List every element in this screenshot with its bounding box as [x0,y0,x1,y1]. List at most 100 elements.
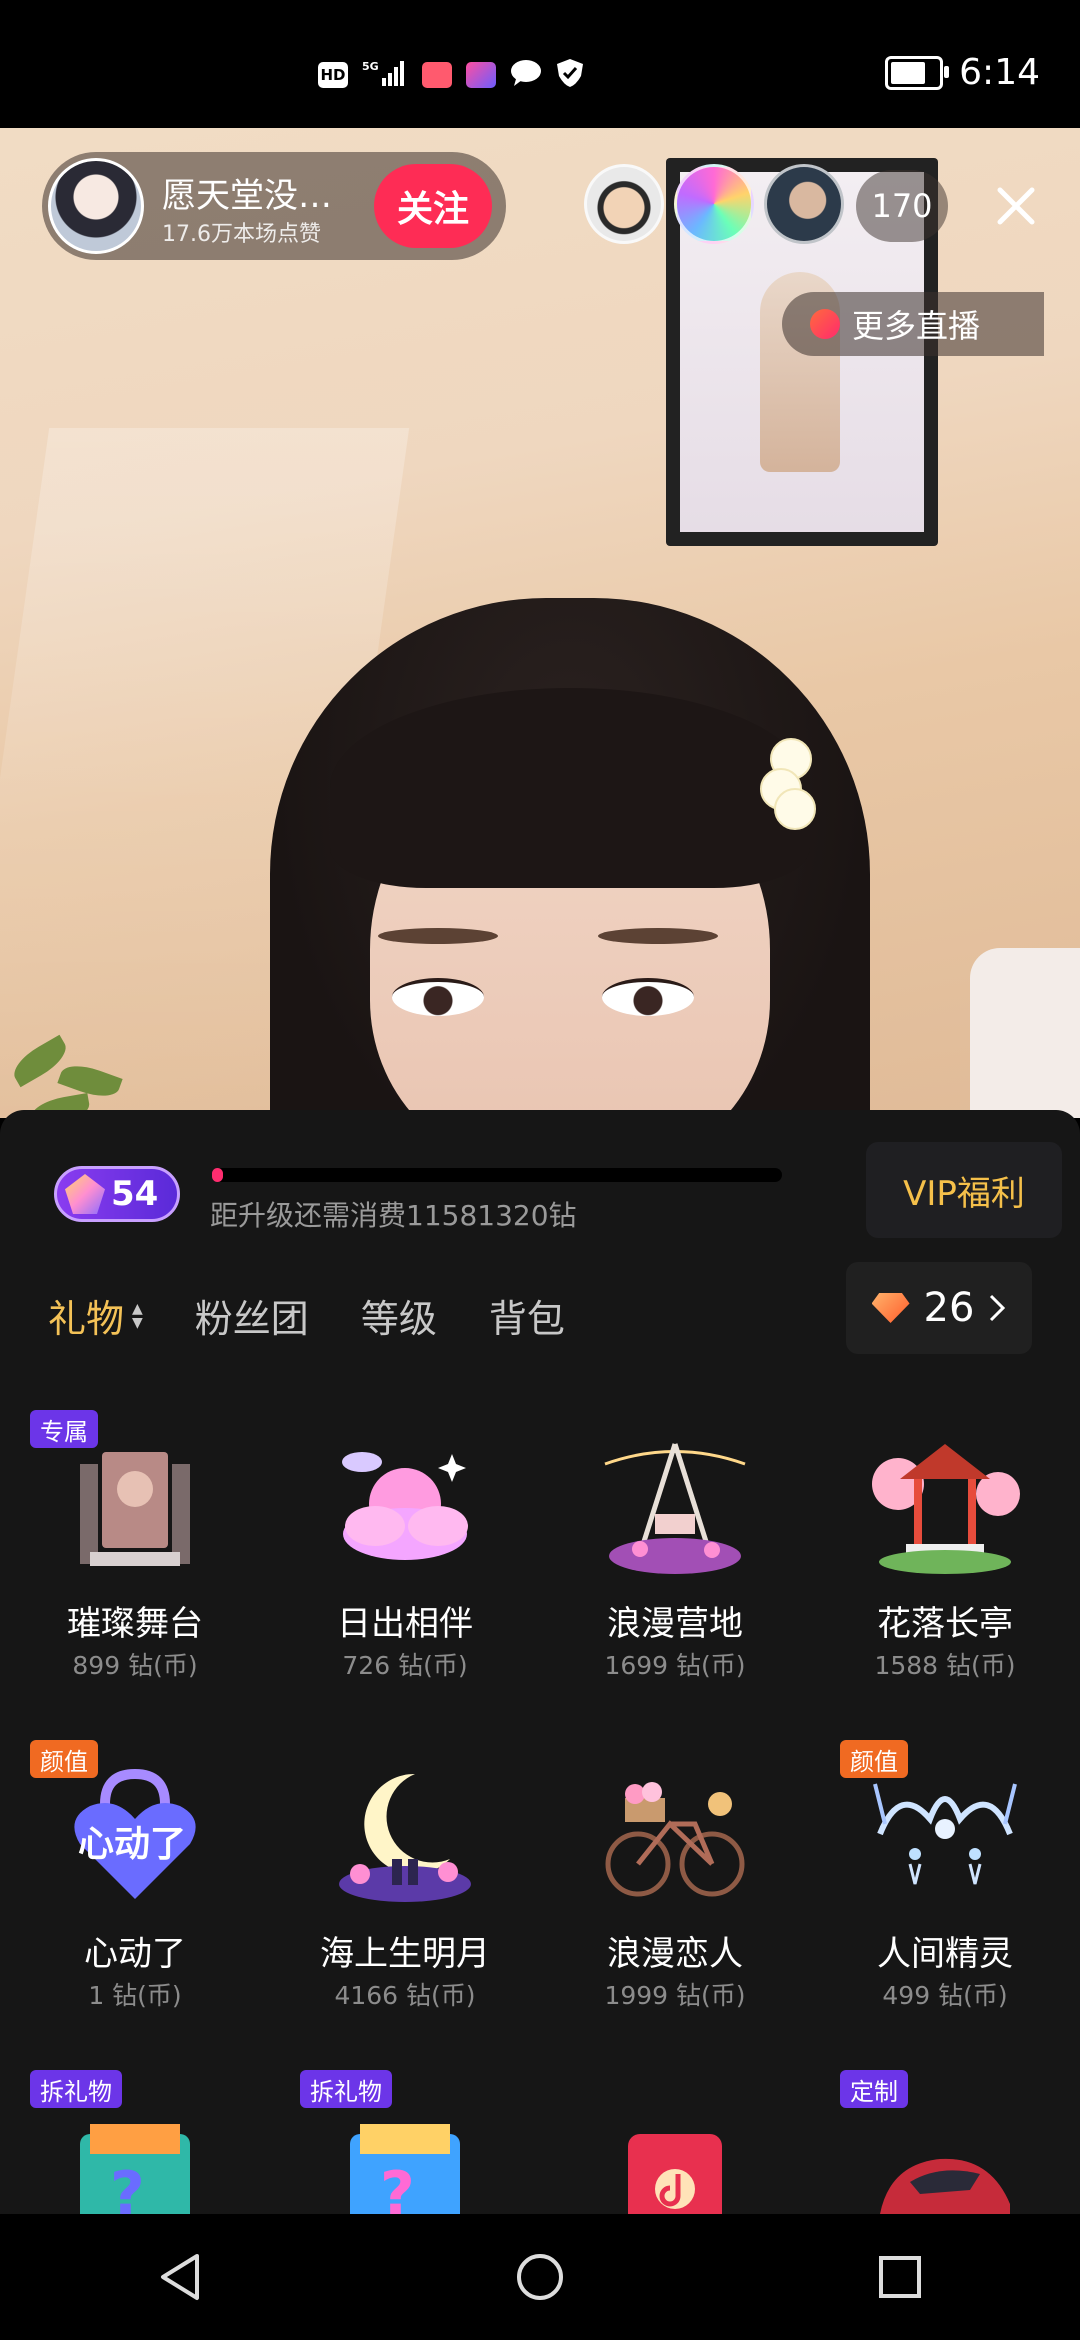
gift-item[interactable]: ? 拆礼物 [270,2070,540,2214]
tab-backpack-label: 背包 [488,1297,565,1341]
plant [0,1008,170,1118]
gift-price: 899 钻(币) [72,1651,198,1680]
host-name: 愿天堂没… [162,176,332,216]
5g-signal-icon: 5G [362,58,408,92]
level-progress-bar [212,1168,782,1182]
gift-price: 1699 钻(币) [604,1651,746,1680]
gift-price: 499 钻(币) [882,1981,1008,2010]
svg-text:?: ? [380,2159,415,2214]
gift-tag: 拆礼物 [300,2070,392,2108]
gift-item[interactable]: 花落长亭 1588 钻(币) [810,1410,1080,1730]
back-button[interactable] [140,2237,220,2317]
gift-name: 人间精灵 [877,1934,1013,1974]
gift-panel: 54 距升级还需消费11581320钻 VIP福利 礼物 ▲ ▼ 粉丝团 等级 背… [0,1110,1080,2214]
douyin-red-packet-icon [600,2094,750,2214]
gift-item[interactable]: 定制 [810,2070,1080,2214]
fairy-tiara-gift-icon [870,1764,1020,1914]
svg-text:?: ? [110,2159,145,2214]
gift-price: 1999 钻(币) [604,1981,746,2010]
sports-car-gift-icon [870,2094,1020,2214]
eyebrow-right [598,928,718,944]
level-number: 54 [111,1174,159,1214]
gift-name: 浪漫恋人 [607,1934,743,1974]
host-avatar[interactable] [48,158,144,254]
gift-tabs: 礼物 ▲ ▼ 粉丝团 等级 背包 [48,1288,565,1343]
battery-icon [885,55,950,90]
gift-tag: 颜值 [840,1740,908,1778]
svg-text:5G: 5G [362,60,379,73]
live-icon [810,309,840,339]
gift-item[interactable]: ? 拆礼物 [0,2070,270,2214]
gift-item[interactable]: 颜值人间精灵 499 钻(币) [810,1740,1080,2060]
shield-icon [556,58,584,92]
gift-price: 1 钻(币) [88,1981,182,2010]
more-live-button[interactable]: 更多直播 [782,292,1044,356]
chevron-right-icon [990,1294,1006,1322]
diamond-balance-button[interactable]: 26 [846,1262,1032,1354]
level-progress-text: 距升级还需消费11581320钻 [210,1199,577,1232]
hair-clip-flower [760,738,820,830]
stage-gift-icon [60,1434,210,1584]
pillow [970,948,1080,1118]
home-circle-icon [517,2254,563,2300]
gift-name: 花落长亭 [877,1604,1013,1644]
app-notification-icon-2 [466,62,496,88]
gift-item[interactable] [540,2070,810,2214]
level-gem-icon [65,1174,105,1214]
gift-name: 璀璨舞台 [67,1604,203,1644]
status-bar: HD 5G 6:14 [0,0,1080,128]
tab-fan-club-label: 粉丝团 [194,1297,309,1341]
recents-square-icon [879,2256,921,2298]
gift-name: 心动了 [84,1934,186,1974]
chat-icon [510,59,542,91]
vip-benefits-button[interactable]: VIP福利 [866,1142,1062,1238]
moon-gift-icon [330,1764,480,1914]
eye-right [602,978,694,1016]
viewer-avatar[interactable] [764,164,844,244]
user-level-badge[interactable]: 54 [54,1166,180,1222]
close-icon [997,187,1035,225]
pavilion-gift-icon [870,1434,1020,1584]
tab-level[interactable]: 等级 [361,1288,437,1343]
viewer-avatar[interactable] [584,164,664,244]
tab-fan-club[interactable]: 粉丝团 [195,1288,309,1343]
heart-lock-gift-icon: 心动了 [60,1764,210,1914]
mystery-box-gift-icon-2: ? [330,2094,480,2214]
back-triangle-icon [161,2254,199,2300]
gift-tag: 定制 [840,2070,908,2108]
tab-gifts[interactable]: 礼物 ▲ ▼ [48,1288,143,1343]
bicycle-gift-icon [600,1764,750,1914]
gift-name: 日出相伴 [337,1604,473,1644]
gift-item[interactable]: 心动了 颜值 心动了 1 钻(币) [0,1740,270,2060]
gift-item[interactable]: 专属 璀璨舞台 899 钻(币) [0,1410,270,1730]
home-button[interactable] [500,2237,580,2317]
gift-item[interactable]: 海上生明月 4166 钻(币) [270,1740,540,2060]
viewer-count[interactable]: 170 [856,170,948,242]
gift-price: 4166 钻(币) [334,1981,476,2010]
tab-backpack[interactable]: 背包 [489,1288,565,1343]
live-video[interactable] [0,128,1080,1118]
hd-icon: HD [318,62,348,88]
gift-price: 726 钻(币) [342,1651,468,1680]
gift-item[interactable]: 日出相伴 726 钻(币) [270,1410,540,1730]
camp-swing-gift-icon [600,1434,750,1584]
gift-price: 1588 钻(币) [874,1651,1016,1680]
recents-button[interactable] [860,2237,940,2317]
gift-tag: 颜值 [30,1740,98,1778]
host-info[interactable]: 愿天堂没… 17.6万本场点赞 关注 [42,152,506,260]
diamond-balance: 26 [923,1285,975,1331]
gift-item[interactable]: 浪漫营地 1699 钻(币) [540,1410,810,1730]
sunrise-cloud-gift-icon [330,1434,480,1584]
gift-tag: 拆礼物 [30,2070,122,2108]
system-nav-bar [0,2214,1080,2340]
gift-item[interactable]: 浪漫恋人 1999 钻(币) [540,1740,810,2060]
host-likes: 17.6万本场点赞 [162,222,321,247]
tab-level-label: 等级 [360,1297,437,1341]
more-live-label: 更多直播 [852,307,981,345]
close-button[interactable] [986,176,1046,236]
follow-button[interactable]: 关注 [374,164,492,248]
tab-gifts-label: 礼物 [48,1297,125,1341]
viewer-avatar[interactable] [674,164,754,244]
status-icons: HD 5G [318,58,584,92]
app-notification-icon [422,62,452,88]
